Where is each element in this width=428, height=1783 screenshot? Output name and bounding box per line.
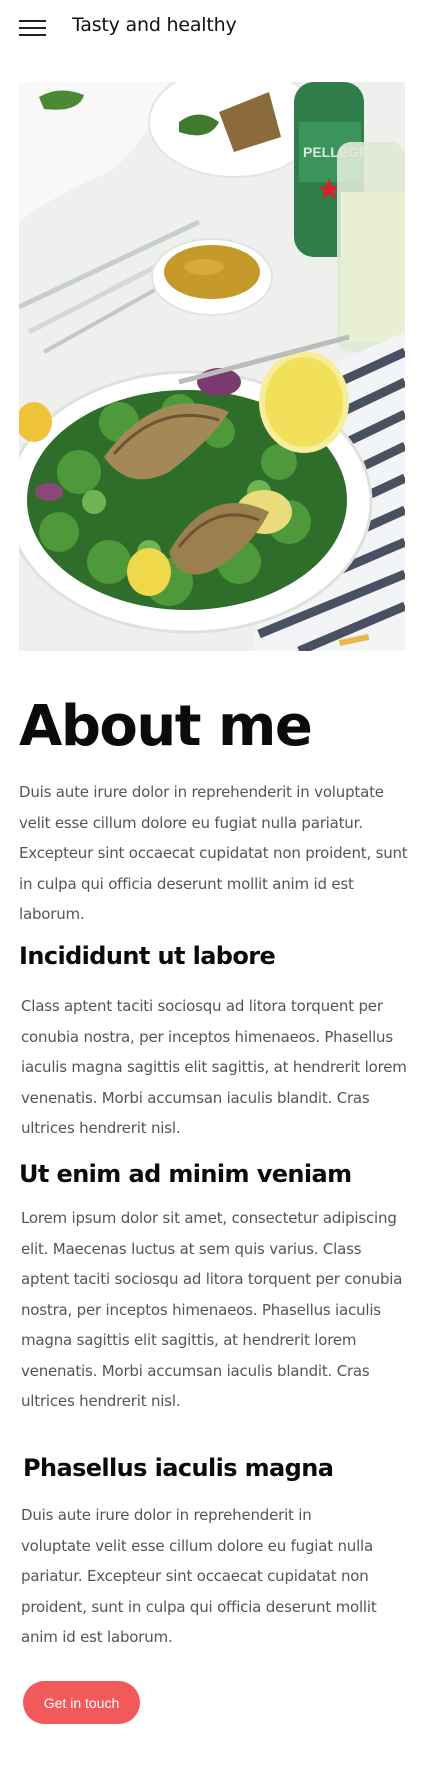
section-heading: Phasellus iaculis magna [23, 1454, 334, 1482]
site-header: Tasty and healthy [0, 0, 428, 52]
section-text: Class aptent taciti sociosqu ad litora t… [21, 997, 407, 1137]
about-text: Duis aute irure dolor in reprehenderit i… [19, 783, 408, 923]
section-text: Duis aute irure dolor in reprehenderit i… [21, 1506, 377, 1646]
hero-image: PELLEGR [19, 82, 405, 651]
section-heading: Incididunt ut labore [19, 942, 276, 970]
section-heading: Ut enim ad minim veniam [19, 1160, 352, 1188]
about-heading: About me [19, 694, 313, 759]
get-in-touch-button[interactable]: Get in touch [23, 1681, 140, 1724]
site-title[interactable]: Tasty and healthy [72, 14, 237, 36]
section-text: Lorem ipsum dolor sit amet, consectetur … [21, 1209, 403, 1410]
hamburger-menu-icon[interactable] [19, 20, 46, 37]
